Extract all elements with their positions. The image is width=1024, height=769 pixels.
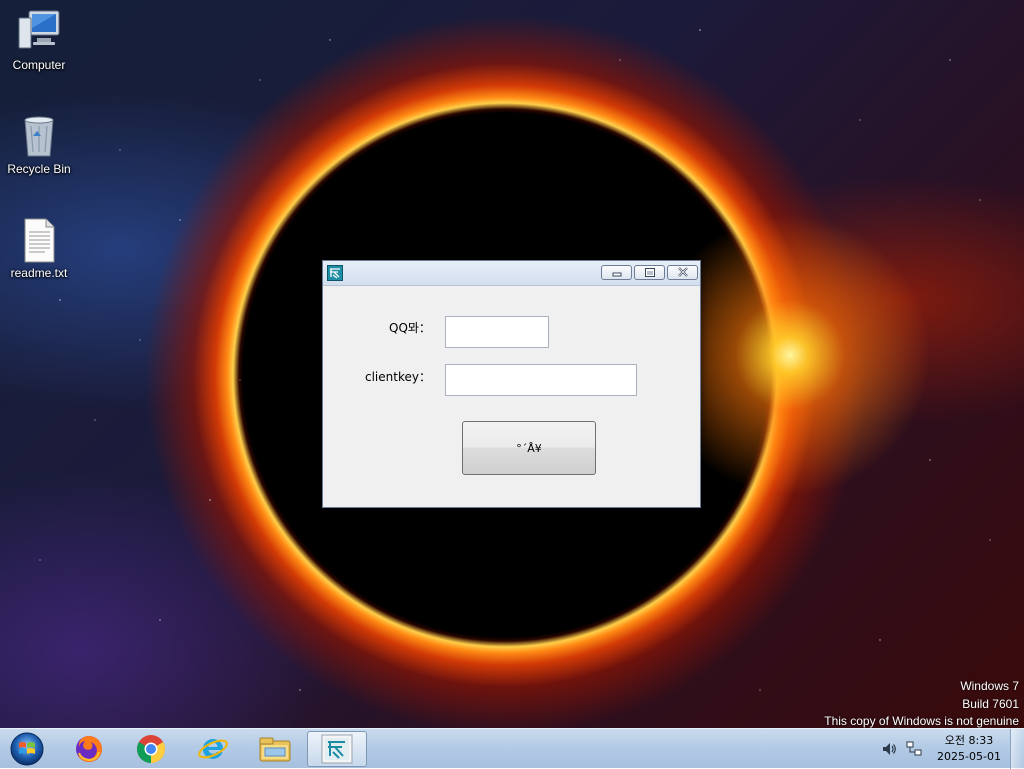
clientkey-label: clientkey： — [365, 370, 431, 384]
watermark-line: Build 7601 — [962, 696, 1019, 711]
taskbar-app-window[interactable] — [307, 731, 367, 767]
window-titlebar[interactable] — [323, 261, 700, 286]
clock-date: 2025-05-01 — [937, 750, 1001, 763]
show-desktop-button[interactable] — [1010, 729, 1024, 769]
minimize-button[interactable] — [601, 265, 632, 280]
maximize-button[interactable] — [634, 265, 665, 280]
minimize-icon — [612, 272, 621, 277]
maximize-icon — [644, 268, 655, 277]
taskbar-file-explorer[interactable] — [247, 731, 303, 767]
app-icon — [327, 265, 343, 281]
text-file-icon — [24, 218, 55, 263]
submit-button[interactable]: °´Å¥ — [462, 421, 596, 475]
desktop-icon-computer[interactable]: Computer — [1, 8, 77, 72]
clientkey-input[interactable] — [445, 364, 637, 396]
windows-watermark: Windows 7 Build 7601 This copy of Window… — [824, 678, 1019, 728]
internet-explorer-icon — [198, 738, 228, 759]
start-orb-icon — [10, 732, 44, 766]
taskbar-firefox[interactable] — [61, 731, 117, 767]
firefox-icon — [76, 736, 102, 762]
close-icon — [677, 267, 688, 277]
clock-time: 오전 8:33 — [944, 734, 994, 747]
desktop-icon-label: readme.txt — [10, 266, 68, 280]
taskbar-chrome[interactable] — [123, 731, 179, 767]
chrome-icon — [137, 735, 165, 763]
taskbar-internet-explorer[interactable] — [185, 731, 241, 767]
desktop-icon-label: Computer — [12, 58, 66, 72]
taskbar: 오전 8:33 2025-05-01 — [0, 728, 1024, 769]
app-window-icon — [321, 734, 353, 764]
system-clock[interactable]: 오전 8:33 2025-05-01 — [934, 733, 1004, 765]
desktop-icon-label: Recycle Bin — [7, 162, 71, 176]
watermark-line: Windows 7 — [960, 679, 1019, 693]
qq-label: QQ뫄： — [389, 321, 431, 335]
desktop-icon-recycle-bin[interactable]: Recycle Bin — [1, 112, 77, 176]
file-explorer-icon — [259, 737, 291, 762]
qq-input[interactable] — [445, 316, 549, 348]
desktop-icon-readme[interactable]: readme.txt — [1, 216, 77, 280]
volume-icon[interactable] — [881, 741, 897, 757]
app-window: QQ뫄： clientkey： °´Å¥ — [322, 260, 701, 508]
start-button[interactable] — [0, 729, 54, 769]
desktop: Computer Recycle Bin readme.txt QQ뫄： cli… — [0, 0, 1024, 728]
network-icon[interactable] — [906, 741, 922, 757]
recycle-bin-icon — [24, 116, 54, 157]
computer-icon — [18, 10, 60, 49]
watermark-line: This copy of Windows is not genuine — [824, 714, 1019, 728]
close-button[interactable] — [667, 265, 698, 280]
